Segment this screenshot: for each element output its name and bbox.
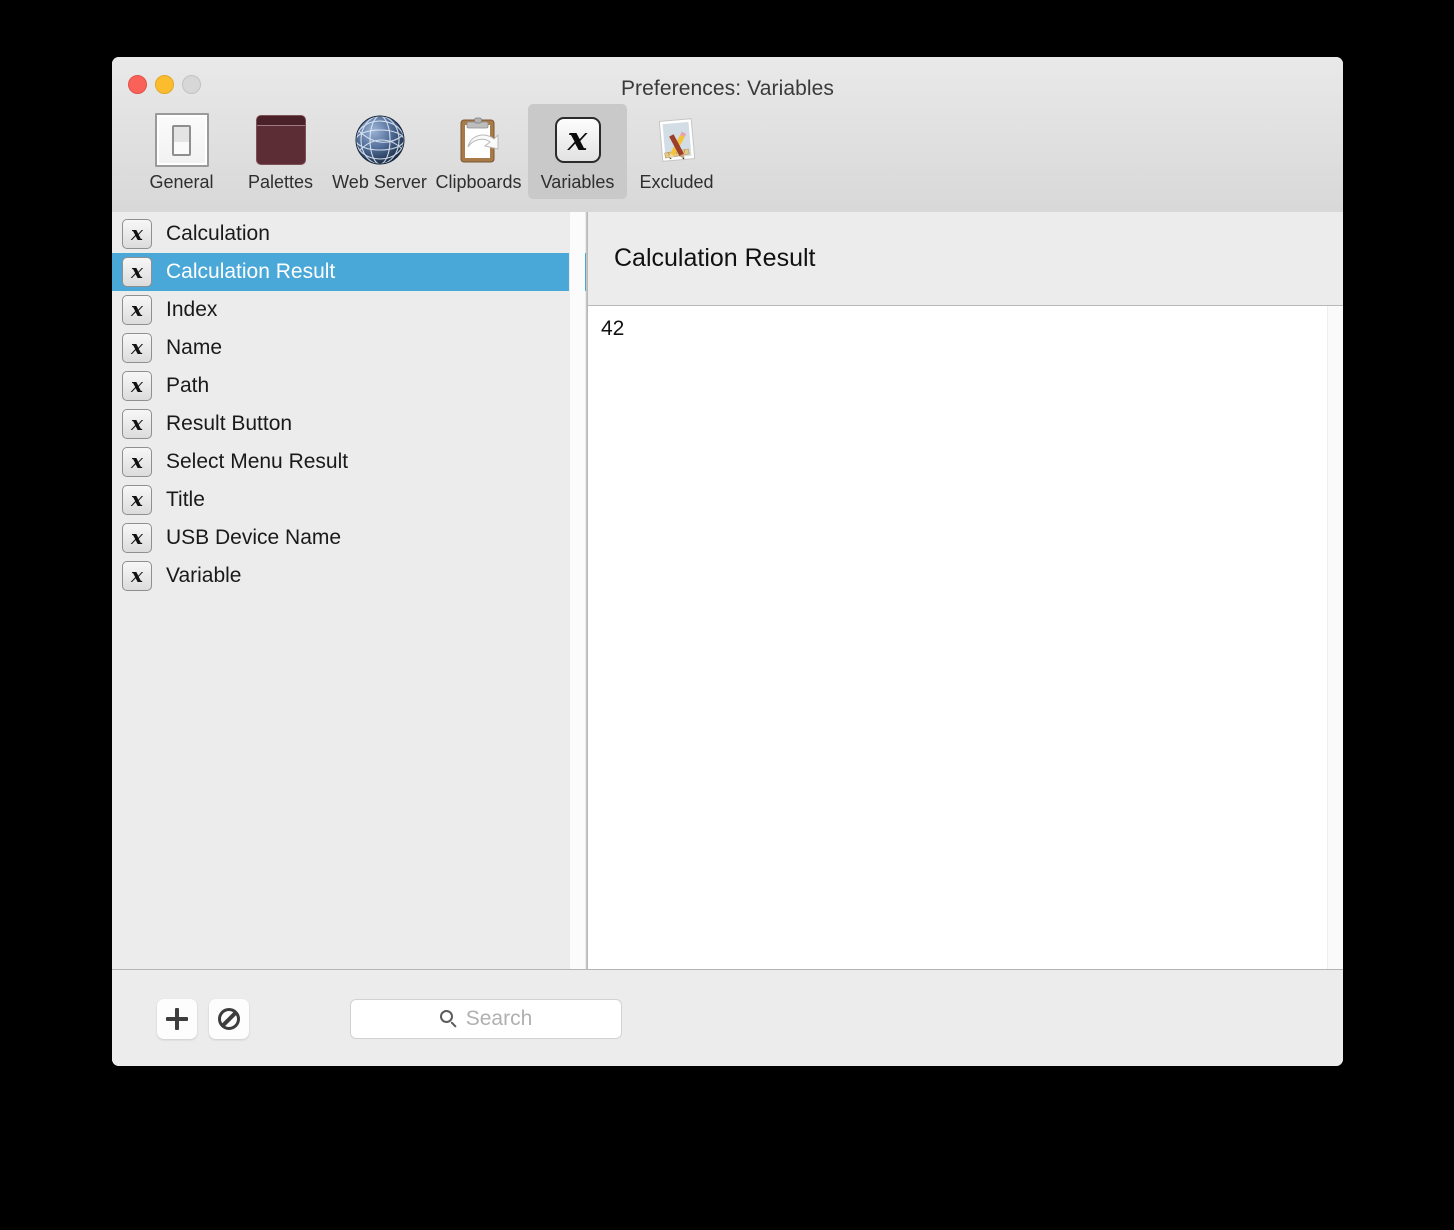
variable-x-icon: x [550, 112, 606, 168]
list-item-label: USB Device Name [166, 526, 342, 549]
list-item-label: Title [166, 488, 205, 511]
variable-x-icon: x [122, 561, 152, 591]
variable-x-icon: x [122, 485, 152, 515]
list-item[interactable]: x USB Device Name [112, 519, 586, 557]
toolbar-label-palettes: Palettes [247, 172, 314, 192]
variable-x-icon: x [122, 523, 152, 553]
toolbar-label-general: General [149, 172, 214, 192]
toolbar-item-clipboards[interactable]: Clipboards [429, 104, 528, 199]
detail-title: Calculation Result [614, 244, 816, 272]
toolbar-item-variables[interactable]: x Variables [528, 104, 627, 199]
toolbar-item-excluded[interactable]: Excluded [627, 104, 726, 199]
list-item-label: Name [166, 336, 223, 359]
content-area: x Calculation x Calculation Result x Ind… [112, 212, 1343, 969]
page-title: Preferences: Variables [620, 77, 835, 100]
list-item[interactable]: x Index [112, 291, 586, 329]
toolbar-item-web-server[interactable]: Web Server [330, 104, 429, 199]
detail-scrollbar[interactable] [1327, 306, 1343, 969]
globe-icon [352, 112, 408, 168]
search-field[interactable]: Search [350, 998, 622, 1039]
list-item[interactable]: x Calculation Result [112, 253, 586, 291]
titlebar: Preferences: Variables General Palettes [112, 57, 1343, 213]
list-item-label: Calculation Result [166, 260, 336, 283]
toolbar-label-variables: Variables [540, 172, 615, 192]
toolbar-item-general[interactable]: General [132, 104, 231, 199]
clipboard-arrow-icon [451, 112, 507, 168]
list-item[interactable]: x Title [112, 481, 586, 519]
list-item[interactable]: x Result Button [112, 405, 586, 443]
search-icon [439, 1010, 457, 1027]
variable-x-icon: x [122, 219, 152, 249]
toolbar-label-web-server: Web Server [332, 172, 427, 192]
list-item[interactable]: x Path [112, 367, 586, 405]
prohibit-icon [218, 1007, 240, 1030]
toolbar-label-clipboards: Clipboards [435, 172, 522, 192]
add-variable-button[interactable] [157, 998, 197, 1039]
variable-x-icon: x [122, 295, 152, 325]
list-item-label: Select Menu Result [166, 450, 349, 473]
palette-panel-icon [253, 112, 309, 168]
light-switch-icon [154, 112, 210, 168]
preferences-toolbar: General Palettes Web Server Clipboards x… [132, 104, 726, 199]
variable-x-icon: x [122, 257, 152, 287]
list-item-label: Variable [166, 564, 242, 587]
list-item[interactable]: x Name [112, 329, 586, 367]
variable-list-pane: x Calculation x Calculation Result x Ind… [112, 212, 587, 969]
list-item[interactable]: x Calculation [112, 215, 586, 253]
toolbar-label-excluded: Excluded [639, 172, 714, 192]
list-item[interactable]: x Select Menu Result [112, 443, 586, 481]
document-tools-icon [649, 112, 705, 168]
detail-header: Calculation Result [588, 212, 1343, 306]
variable-x-icon: x [122, 409, 152, 439]
list-item-label: Result Button [166, 412, 293, 435]
search-input[interactable]: Search [466, 1007, 533, 1031]
variable-list[interactable]: x Calculation x Calculation Result x Ind… [112, 212, 586, 595]
variable-detail-pane: Calculation Result 42 [587, 212, 1343, 969]
plus-icon [166, 1007, 188, 1030]
variable-x-icon: x [122, 333, 152, 363]
bottom-toolbar: Search [112, 969, 1343, 1066]
delete-variable-button[interactable] [209, 998, 249, 1039]
detail-body: 42 [588, 306, 1343, 969]
variable-x-icon: x [122, 447, 152, 477]
variable-x-icon: x [122, 371, 152, 401]
list-item-label: Path [166, 374, 210, 397]
variable-x-glyph: x [554, 117, 601, 163]
preferences-window: Preferences: Variables General Palettes [112, 57, 1343, 1066]
toolbar-item-palettes[interactable]: Palettes [231, 104, 330, 199]
list-item[interactable]: x Variable [112, 557, 586, 595]
list-item-label: Index [166, 298, 218, 321]
list-item-label: Calculation [166, 222, 270, 245]
list-scrollbar[interactable] [569, 212, 585, 969]
variable-value-field[interactable]: 42 [588, 306, 1327, 969]
